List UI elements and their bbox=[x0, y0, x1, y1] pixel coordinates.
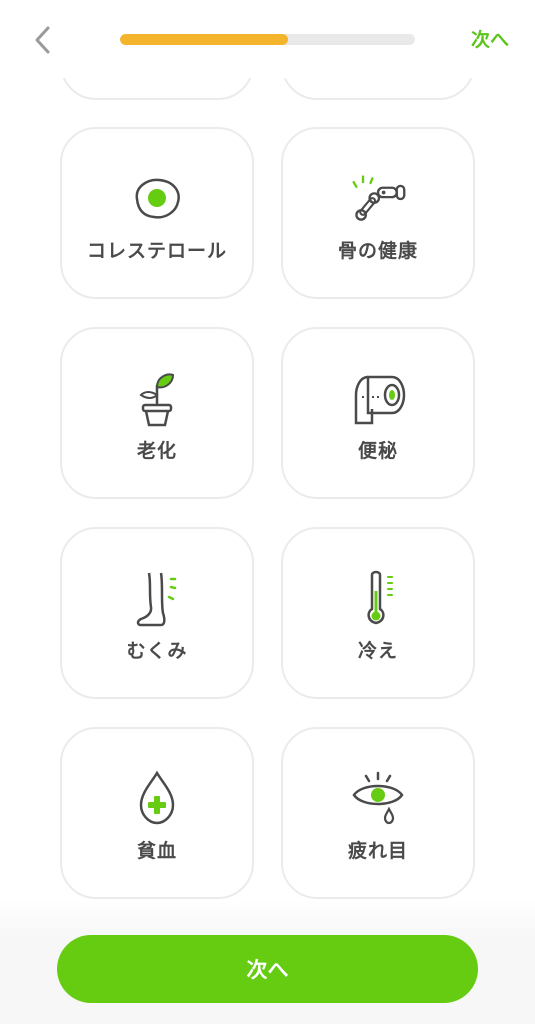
next-link[interactable]: 次へ bbox=[471, 26, 509, 54]
leg-icon bbox=[127, 569, 187, 629]
option-card-eye-strain[interactable]: 疲れ目 bbox=[281, 727, 475, 899]
fried-egg-icon bbox=[127, 169, 187, 229]
option-card-cholesterol[interactable]: コレステロール bbox=[60, 127, 254, 299]
tired-eye-icon bbox=[348, 769, 408, 829]
option-card-constipation[interactable]: 便秘 bbox=[281, 327, 475, 499]
thermometer-icon bbox=[348, 569, 408, 629]
toilet-paper-icon bbox=[348, 369, 408, 429]
top-bar: 次へ bbox=[0, 0, 535, 78]
option-card-bone-health[interactable]: 骨の健康 bbox=[281, 127, 475, 299]
option-card-coldness[interactable]: 冷え bbox=[281, 527, 475, 699]
progress-bar bbox=[120, 34, 415, 45]
chevron-left-icon bbox=[35, 26, 50, 54]
option-label: 貧血 bbox=[136, 840, 177, 862]
progress-bar-fill bbox=[120, 34, 289, 45]
option-card-anemia[interactable]: 貧血 bbox=[60, 727, 254, 899]
option-label: 老化 bbox=[136, 440, 177, 462]
option-label: むくみ bbox=[126, 640, 188, 662]
next-button[interactable]: 次へ bbox=[57, 935, 478, 1003]
blood-drop-cross-icon bbox=[127, 769, 187, 829]
option-label: コレステロール bbox=[86, 240, 227, 262]
sprout-pot-icon bbox=[127, 369, 187, 429]
option-label: 便秘 bbox=[357, 440, 398, 462]
option-card-aging[interactable]: 老化 bbox=[60, 327, 254, 499]
option-label: 冷え bbox=[357, 640, 398, 662]
options-grid: コレステロール 骨の健康 老化 便秘 むくみ 冷え 貧血 疲れ目 bbox=[0, 0, 535, 1024]
back-button[interactable] bbox=[26, 20, 58, 60]
option-label: 骨の健康 bbox=[337, 240, 418, 262]
option-label: 疲れ目 bbox=[347, 840, 408, 862]
option-card-swelling[interactable]: むくみ bbox=[60, 527, 254, 699]
bone-icon bbox=[348, 169, 408, 229]
